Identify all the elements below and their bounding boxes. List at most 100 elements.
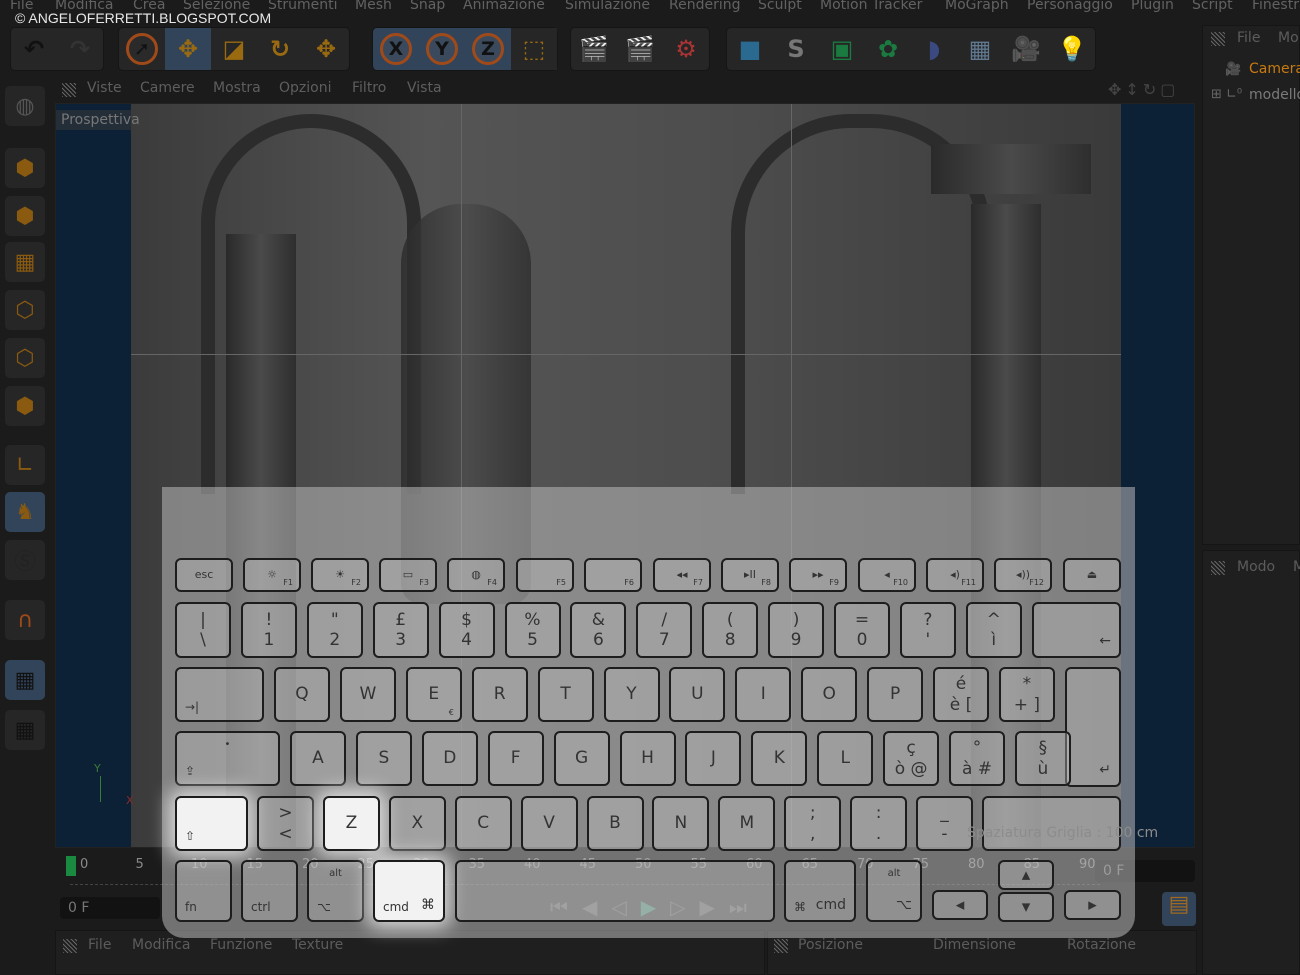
key-underscore[interactable]: _ - xyxy=(916,796,973,851)
key-semicolon[interactable]: ;, xyxy=(784,796,842,851)
key-0[interactable]: = 0 xyxy=(834,602,890,658)
scale-icon[interactable]: ◪ xyxy=(211,28,257,70)
viewport-grip-icon[interactable] xyxy=(62,83,76,97)
key-5[interactable]: % 5 xyxy=(504,602,561,658)
key-m[interactable]: M xyxy=(718,796,776,851)
key-f8[interactable]: ▸II F8 xyxy=(721,558,779,592)
key-t[interactable]: T xyxy=(537,667,594,722)
cube-icon[interactable]: ■ xyxy=(727,28,773,70)
move-tool-icon[interactable]: ✥ xyxy=(303,28,349,70)
key-plus[interactable]: * + ] xyxy=(998,667,1055,722)
coordinate-system-icon[interactable]: ⬚ xyxy=(511,28,557,70)
key-x[interactable]: X xyxy=(388,796,446,851)
key-space[interactable] xyxy=(455,860,775,922)
key-b[interactable]: B xyxy=(586,796,644,851)
key-f6[interactable]: F6 xyxy=(584,558,642,592)
edges-mode-icon[interactable]: ⬡ xyxy=(5,338,45,378)
nurbs-icon[interactable]: ▣ xyxy=(819,28,865,70)
key-colon[interactable]: :. xyxy=(850,796,908,851)
key-backspace[interactable]: ← xyxy=(1032,602,1121,658)
key-7[interactable]: /7 xyxy=(636,602,693,658)
om-menu-file[interactable]: File xyxy=(1237,30,1260,46)
key-arrow-left[interactable]: ◂ xyxy=(932,890,988,920)
key-1[interactable]: ! 1 xyxy=(240,602,297,658)
key-j[interactable]: J xyxy=(685,731,742,786)
key-enter[interactable]: ↵ xyxy=(1065,667,1121,787)
attr-menu-m[interactable]: M xyxy=(1293,559,1300,575)
key-apostrophe[interactable]: ? ' xyxy=(899,602,956,658)
viewport-menu-opzioni[interactable]: Opzioni xyxy=(279,80,331,96)
key-d[interactable]: D xyxy=(421,731,478,786)
key-f2[interactable]: ☀ F2 xyxy=(311,558,369,592)
viewport-menu-viste[interactable]: Viste xyxy=(87,80,122,96)
key-o[interactable]: O xyxy=(801,667,858,722)
menu-animazione[interactable]: Animazione xyxy=(463,0,545,13)
lock-workplane-icon[interactable]: ▦ xyxy=(5,660,45,700)
key-w[interactable]: W xyxy=(339,667,396,722)
key-i[interactable]: I xyxy=(735,667,792,722)
key-arrow-up[interactable]: ▴ xyxy=(998,860,1054,890)
key-f10[interactable]: ◂ F10 xyxy=(858,558,916,592)
move-icon[interactable]: ✥ xyxy=(165,28,211,70)
model-mode-icon[interactable]: ⬢ xyxy=(5,148,45,188)
key-f12[interactable]: ◂)) F12 xyxy=(994,558,1052,592)
select-icon[interactable]: ➚ xyxy=(119,28,165,70)
key-arrow-down[interactable]: ▾ xyxy=(998,892,1054,922)
key-8[interactable]: (8 xyxy=(702,602,759,658)
viewport-menu-mostra[interactable]: Mostra xyxy=(213,80,261,96)
texture-mode-icon[interactable]: ⬢ xyxy=(5,196,45,236)
menu-mograph[interactable]: MoGraph xyxy=(945,0,1009,13)
key-o-grave[interactable]: çò @ xyxy=(883,731,940,786)
key-e-grave[interactable]: éè [ xyxy=(933,667,989,722)
timeline-film-icon[interactable]: ▤ xyxy=(1162,892,1196,926)
key-v[interactable]: V xyxy=(520,796,578,851)
key-s[interactable]: S xyxy=(355,731,412,786)
redo-icon[interactable]: ↷ xyxy=(57,28,103,70)
key-2[interactable]: " 2 xyxy=(306,602,363,658)
key-f9[interactable]: ▸▸ F9 xyxy=(789,558,847,592)
camera-icon[interactable]: 🎥 xyxy=(1003,28,1049,70)
snap-icon[interactable]: Ⓢ xyxy=(5,540,45,580)
render-picture-icon[interactable]: 🎬 xyxy=(617,28,663,70)
menu-snap[interactable]: Snap xyxy=(410,0,445,13)
attributes-grip-icon[interactable] xyxy=(1211,561,1225,575)
key-ctrl[interactable]: ctrl xyxy=(241,860,298,922)
y-axis-icon[interactable]: Y xyxy=(419,28,465,70)
key-9[interactable]: ) 9 xyxy=(768,602,825,658)
key-f5[interactable]: F5 xyxy=(516,558,574,592)
menu-sculpt[interactable]: Sculpt xyxy=(758,0,802,13)
workplane-icon[interactable]: ▦ xyxy=(5,242,45,282)
mat-menu-funzione[interactable]: Funzione xyxy=(210,937,272,953)
viewport-menu-vista[interactable]: Vista xyxy=(407,80,442,96)
mat-menu-texture[interactable]: Texture xyxy=(292,937,343,953)
key-arrow-right[interactable]: ▸ xyxy=(1064,890,1121,920)
menu-simulazione[interactable]: Simulazione xyxy=(565,0,650,13)
key-eject[interactable]: ⏏ xyxy=(1063,558,1121,592)
key-shift-right[interactable] xyxy=(982,796,1121,851)
key-u-grave[interactable]: § ù xyxy=(1014,731,1071,786)
materials-grip-icon[interactable] xyxy=(63,939,77,953)
magnet-icon[interactable]: ∩ xyxy=(5,600,45,640)
key-6[interactable]: & 6 xyxy=(570,602,627,658)
key-z[interactable]: Z xyxy=(322,796,380,851)
render-settings-icon[interactable]: ⚙ xyxy=(663,28,709,70)
current-frame-field[interactable]: 0 F xyxy=(60,897,160,919)
viewport-menu-filtro[interactable]: Filtro xyxy=(352,80,386,96)
expand-icon[interactable]: ⊞ ∟⁰ xyxy=(1211,87,1242,102)
rotate-icon[interactable]: ↻ xyxy=(257,28,303,70)
globe-icon[interactable]: ◍ xyxy=(5,86,45,126)
playhead[interactable] xyxy=(66,856,76,876)
deformer-icon[interactable]: ◗ xyxy=(911,28,957,70)
render-view-icon[interactable]: 🎬 xyxy=(571,28,617,70)
key-a[interactable]: A xyxy=(290,731,346,786)
attr-menu-modo[interactable]: Modo xyxy=(1237,559,1275,575)
key-alt-right[interactable]: ⌥ alt xyxy=(866,860,922,922)
key-shift-left[interactable]: ⇧ xyxy=(175,796,248,851)
menu-plugin[interactable]: Plugin xyxy=(1131,0,1174,13)
viewport-navigation-icons[interactable]: ✥↕↻▢ xyxy=(1108,80,1179,99)
x-axis-icon[interactable]: X xyxy=(373,28,419,70)
key-u[interactable]: U xyxy=(669,667,726,722)
z-axis-icon[interactable]: Z xyxy=(465,28,511,70)
floor-icon[interactable]: ▦ xyxy=(957,28,1003,70)
key-f[interactable]: F xyxy=(487,731,544,786)
